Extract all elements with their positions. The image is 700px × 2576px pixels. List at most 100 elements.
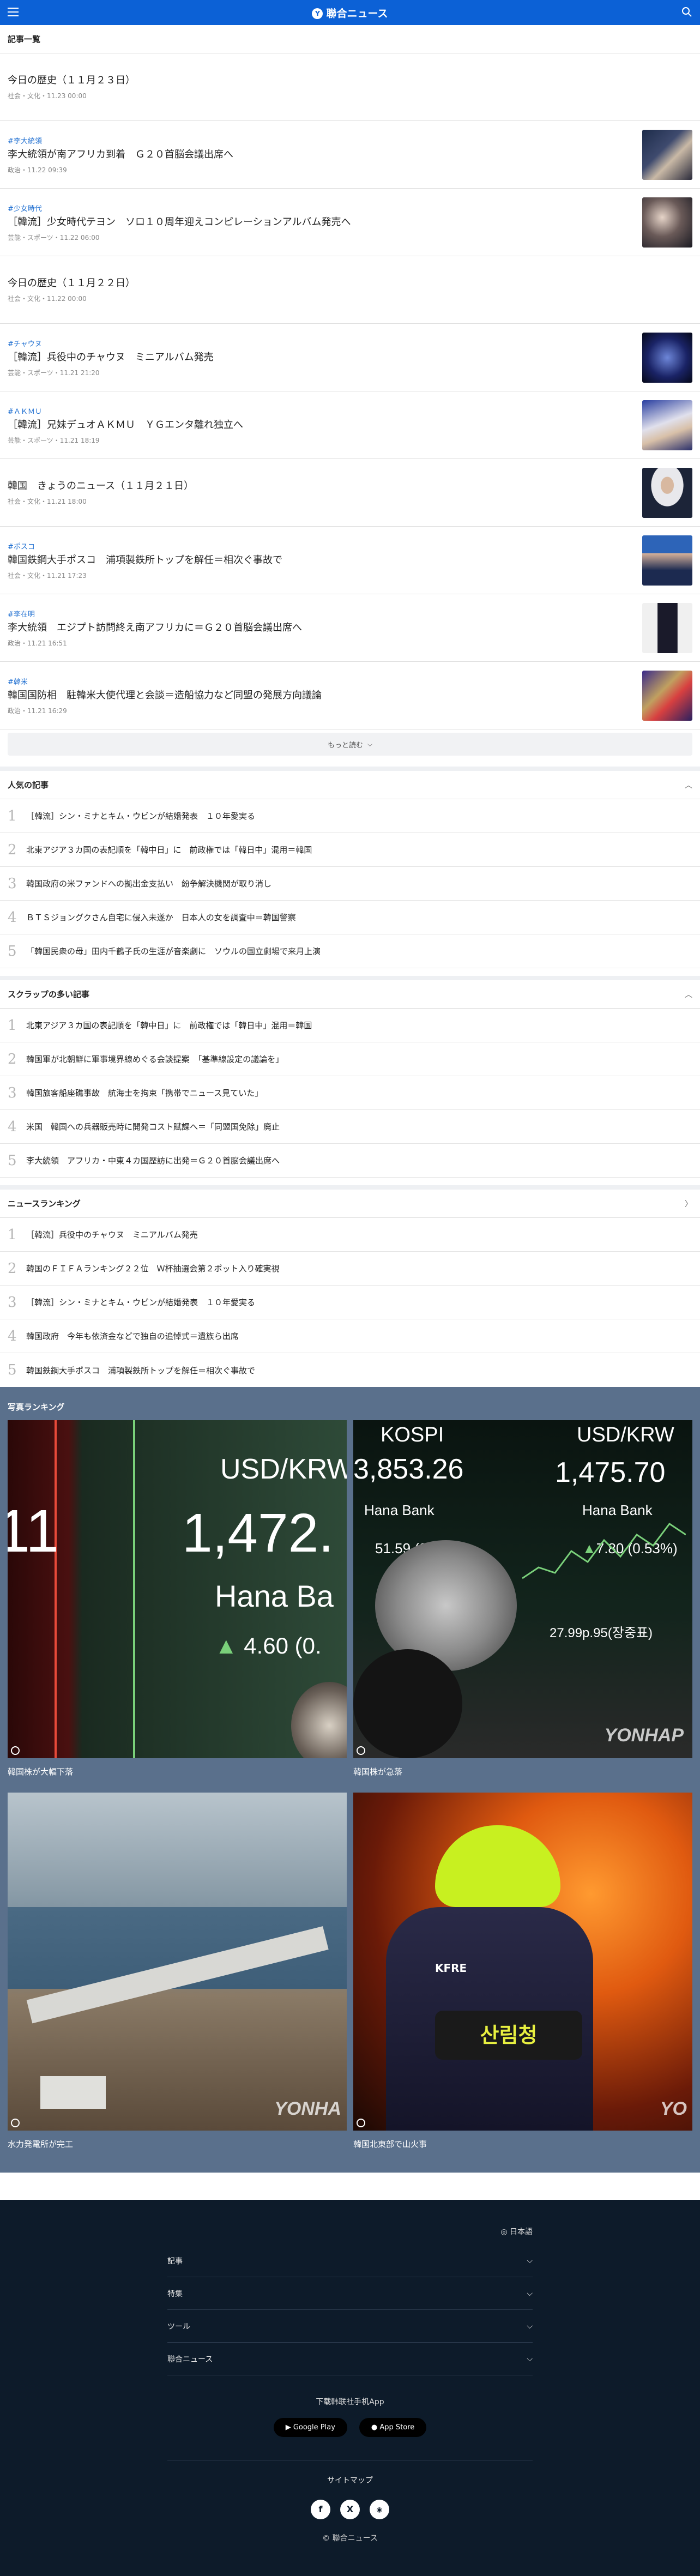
article-title[interactable]: 今日の歴史（１１月２３日） [8,74,692,88]
article-thumbnail[interactable] [642,535,692,586]
article-title[interactable]: ［韓流］少女時代テヨン ソロ１０周年迎えコンピレーションアルバム発売へ [8,215,642,230]
photo-card[interactable]: USD/KRW 1,472. Hana Ba ▲ 4.60 (0. 11 韓国株… [8,1420,347,1777]
ranked-item[interactable]: 5 李大統領 アフリカ・中東４カ国歴訪に出発＝Ｇ２０首脳会議出席へ [0,1144,700,1178]
ranked-item[interactable]: 2 韓国軍が北朝鮮に軍事境界線めぐる会談提案 「基準線設定の議論を」 [0,1042,700,1076]
sitemap-link[interactable]: サイトマップ [167,2475,533,2485]
article-tag[interactable]: #李大統領 [8,135,642,146]
rank-number: 1 [8,1017,17,1034]
ranked-title[interactable]: 李大統領 アフリカ・中東４カ国歴訪に出発＝Ｇ２０首脳会議出席へ [26,1155,280,1166]
chevron-right-icon[interactable]: 〉 [685,1198,692,1209]
photo-card[interactable]: KOSPI 3,853.26 Hana Bank 51.59 (3.79%) U… [353,1420,692,1777]
article-title[interactable]: 今日の歴史（１１月２２日） [8,276,692,291]
rss-icon[interactable]: ◉ [370,2500,389,2519]
x-icon[interactable]: X [340,2500,360,2519]
ranked-item[interactable]: 3 ［韓流］シン・ミナとキム・ウビンが結婚発表 １０年愛実る [0,1286,700,1319]
ranked-item[interactable]: 5 「韓国民衆の母」田内千鶴子氏の生涯が音楽劇に ソウルの国立劇場で来月上演 [0,934,700,968]
article-tag[interactable]: #李在明 [8,608,642,619]
ranked-item[interactable]: 4 韓国政府 今年も依済金などで独自の追悼式＝遺族ら出席 [0,1319,700,1353]
article-title[interactable]: 韓国国防相 駐韓米大使代理と会談＝造船協力など同盟の発展方向議論 [8,689,642,703]
site-logo[interactable]: Y 聯合ニュース [0,5,700,20]
ranked-title[interactable]: 北東アジア３カ国の表記順を「韓中日」に 前政権では「韓日中」混用＝韓国 [26,1019,312,1031]
chevron-up-icon[interactable]: ︿ [685,989,692,1000]
photo-card[interactable]: 산림청 KFRE YO 韓国北東部で山火事 [353,1793,692,2150]
ranked-title[interactable]: ［韓流］シン・ミナとキム・ウビンが結婚発表 １０年愛実る [26,810,255,822]
scrap-heading[interactable]: スクラップの多い記事 ︿ [0,980,700,1009]
photo-image[interactable]: YONHA [8,1793,347,2131]
ranked-title[interactable]: ［韓流］兵役中のチャウヌ ミニアルバム発売 [26,1229,198,1240]
article-tag[interactable]: #少女時代 [8,203,642,213]
article-item[interactable]: #ＡＫＭＵ ［韓流］兄妹デュオＡＫＭＵ ＹＧエンタ離れ独立へ 芸能・スポーツ・1… [0,391,700,459]
app-store-button[interactable]: ● App Store [359,2418,427,2437]
photo-caption[interactable]: 韓国北東部で山火事 [353,2138,692,2150]
ranked-item[interactable]: 3 韓国政府の米ファンドへの拠出金支払い 紛争解決機関が取り消し [0,867,700,901]
chevron-up-icon[interactable]: ︿ [685,780,692,791]
ranked-title[interactable]: 韓国のＦＩＦＡランキング２２位 Ｗ杯抽選会第２ポット入り確実視 [26,1263,280,1274]
article-item[interactable]: #李大統領 李大統領が南アフリカ到着 Ｇ２０首脳会議出席へ 政治・11.22 0… [0,121,700,189]
photo-caption[interactable]: 韓国株が大幅下落 [8,1766,347,1777]
article-thumbnail[interactable] [642,670,692,721]
ranked-title[interactable]: 韓国鉄鋼大手ポスコ 浦項製鉄所トップを解任＝相次ぐ事故で [26,1365,255,1376]
footer-menu-item[interactable]: 聯合ニュース ⌵ [167,2343,533,2375]
footer-menu-item[interactable]: ツール ⌵ [167,2310,533,2343]
search-icon[interactable] [681,7,692,20]
ranked-item[interactable]: 4 米国 韓国への兵器販売時に開発コスト賦課へ＝「同盟国免除」廃止 [0,1110,700,1144]
article-title[interactable]: 韓国鉄鋼大手ポスコ 浦項製鉄所トップを解任＝相次ぐ事故で [8,553,642,568]
ranked-title[interactable]: 韓国政府 今年も依済金などで独自の追悼式＝遺族ら出席 [26,1330,239,1342]
language-selector[interactable]: ◎ 日本語 [167,2226,533,2245]
ranked-item[interactable]: 3 韓国旅客船座礁事故 航海士を拘束「携帯でニュース見ていた」 [0,1076,700,1110]
ranked-title[interactable]: 米国 韓国への兵器販売時に開発コスト賦課へ＝「同盟国免除」廃止 [26,1121,280,1132]
ranked-title[interactable]: 韓国軍が北朝鮮に軍事境界線めぐる会談提案 「基準線設定の議論を」 [26,1053,283,1065]
article-item[interactable]: #ポスコ 韓国鉄鋼大手ポスコ 浦項製鉄所トップを解任＝相次ぐ事故で 社会・文化・… [0,527,700,594]
article-title[interactable]: 李大統領が南アフリカ到着 Ｇ２０首脳会議出席へ [8,148,642,162]
ranked-title[interactable]: 「韓国民衆の母」田内千鶴子氏の生涯が音楽劇に ソウルの国立劇場で来月上演 [26,945,321,957]
facebook-icon[interactable]: f [311,2500,330,2519]
photo-ranking-title: 写真ランキング [8,1402,65,1412]
footer-menu-item[interactable]: 特集 ⌵ [167,2277,533,2310]
article-thumbnail[interactable] [642,332,692,383]
article-tag[interactable]: #韓米 [8,676,642,686]
ranked-item[interactable]: 1 北東アジア３カ国の表記順を「韓中日」に 前政権では「韓日中」混用＝韓国 [0,1009,700,1042]
photo-image[interactable]: 산림청 KFRE YO [353,1793,692,2131]
article-item[interactable]: 今日の歴史（１１月２２日） 社会・文化・11.22 00:00 [0,256,700,324]
article-thumbnail[interactable] [642,467,692,518]
article-thumbnail[interactable] [642,400,692,450]
read-more-button[interactable]: もっと読む ⌵ [8,733,692,756]
article-item[interactable]: #韓米 韓国国防相 駐韓米大使代理と会談＝造船協力など同盟の発展方向議論 政治・… [0,662,700,729]
ranked-item[interactable]: 2 北東アジア３カ国の表記順を「韓中日」に 前政権では「韓日中」混用＝韓国 [0,833,700,867]
article-title[interactable]: ［韓流］兵役中のチャウヌ ミニアルバム発売 [8,351,642,365]
article-item[interactable]: 今日の歴史（１１月２３日） 社会・文化・11.23 00:00 [0,53,700,121]
footer-menu-item[interactable]: 記事 ⌵ [167,2245,533,2277]
photo-image[interactable]: KOSPI 3,853.26 Hana Bank 51.59 (3.79%) U… [353,1420,692,1758]
article-tag[interactable]: #ＡＫＭＵ [8,406,642,416]
google-play-button[interactable]: ▶ Google Play [273,2418,347,2437]
article-item[interactable]: 韓国 きょうのニュース（１１月２１日） 社会・文化・11.21 18:00 [0,459,700,527]
ranked-item[interactable]: 4 ＢＴＳジョングクさん自宅に侵入未遂か 日本人の女を調査中＝韓国警察 [0,901,700,934]
ranked-title[interactable]: 韓国政府の米ファンドへの拠出金支払い 紛争解決機関が取り消し [26,878,271,889]
article-tag[interactable]: #ポスコ [8,541,642,551]
article-tag[interactable]: #チャウヌ [8,338,642,348]
article-thumbnail[interactable] [642,129,692,180]
article-title[interactable]: ［韓流］兄妹デュオＡＫＭＵ ＹＧエンタ離れ独立へ [8,418,642,432]
popular-heading[interactable]: 人気の記事 ︿ [0,771,700,799]
article-title[interactable]: 韓国 きょうのニュース（１１月２１日） [8,479,642,493]
ranked-title[interactable]: ＢＴＳジョングクさん自宅に侵入未遂か 日本人の女を調査中＝韓国警察 [26,912,296,923]
screen-value-2: 1,475.70 [555,1457,666,1488]
ranked-item[interactable]: 2 韓国のＦＩＦＡランキング２２位 Ｗ杯抽選会第２ポット入り確実視 [0,1252,700,1286]
ranked-item[interactable]: 1 ［韓流］兵役中のチャウヌ ミニアルバム発売 [0,1218,700,1252]
article-item[interactable]: #少女時代 ［韓流］少女時代テヨン ソロ１０周年迎えコンピレーションアルバム発売… [0,189,700,256]
article-title[interactable]: 李大統領 エジプト訪問終え南アフリカに＝Ｇ２０首脳会議出席へ [8,621,642,635]
photo-image[interactable]: USD/KRW 1,472. Hana Ba ▲ 4.60 (0. 11 [8,1420,347,1758]
ranking-heading[interactable]: ニュースランキング 〉 [0,1190,700,1218]
ranked-item[interactable]: 5 韓国鉄鋼大手ポスコ 浦項製鉄所トップを解任＝相次ぐ事故で [0,1353,700,1387]
article-item[interactable]: #チャウヌ ［韓流］兵役中のチャウヌ ミニアルバム発売 芸能・スポーツ・11.2… [0,324,700,391]
photo-card[interactable]: YONHA 水力発電所が完工 [8,1793,347,2150]
photo-caption[interactable]: 韓国株が急落 [353,1766,692,1777]
ranked-title[interactable]: 韓国旅客船座礁事故 航海士を拘束「携帯でニュース見ていた」 [26,1087,263,1099]
ranked-item[interactable]: 1 ［韓流］シン・ミナとキム・ウビンが結婚発表 １０年愛実る [0,799,700,833]
article-thumbnail[interactable] [642,602,692,653]
article-thumbnail[interactable] [642,197,692,248]
photo-caption[interactable]: 水力発電所が完工 [8,2138,347,2150]
ranked-title[interactable]: 北東アジア３カ国の表記順を「韓中日」に 前政権では「韓日中」混用＝韓国 [26,844,312,855]
article-item[interactable]: #李在明 李大統領 エジプト訪問終え南アフリカに＝Ｇ２０首脳会議出席へ 政治・1… [0,594,700,662]
ranked-title[interactable]: ［韓流］シン・ミナとキム・ウビンが結婚発表 １０年愛実る [26,1296,255,1308]
